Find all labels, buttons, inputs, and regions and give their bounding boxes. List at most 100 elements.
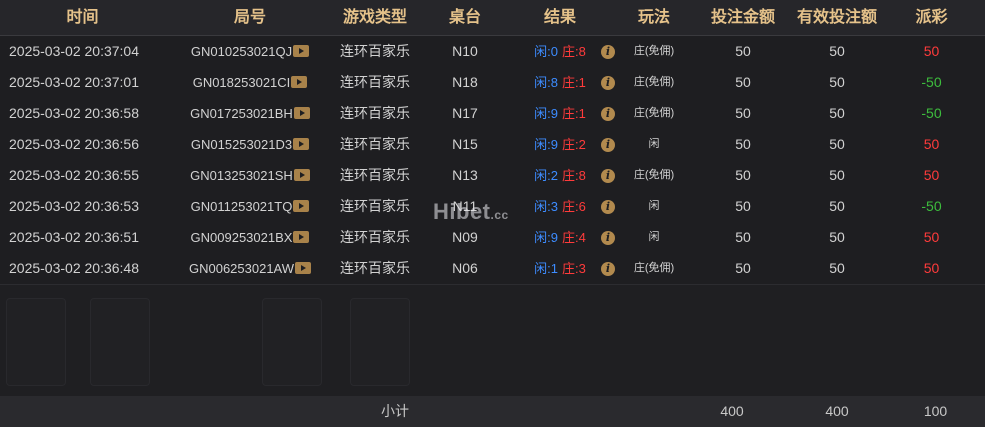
table-id: N09 bbox=[452, 229, 478, 245]
round-id-cell: GN017253021BH bbox=[165, 98, 335, 129]
game-type: 连环百家乐 bbox=[340, 74, 410, 90]
valid-bet: 50 bbox=[829, 43, 845, 59]
banker-score: 4 bbox=[578, 230, 586, 245]
card-decoration bbox=[6, 298, 66, 386]
player-label: 闲 bbox=[534, 75, 548, 90]
info-icon[interactable]: i bbox=[601, 138, 615, 153]
result: 闲:9 庄:2 bbox=[534, 137, 586, 152]
game-type: 连环百家乐 bbox=[340, 229, 410, 245]
table-id: N06 bbox=[452, 260, 478, 276]
bet-time: 2025-03-02 20:36:55 bbox=[9, 167, 139, 183]
banker-score: 2 bbox=[578, 137, 586, 152]
game-type: 连环百家乐 bbox=[340, 43, 410, 59]
banker-score: 8 bbox=[578, 168, 586, 183]
banker-score: 1 bbox=[578, 106, 586, 121]
round-id-cell: GN018253021CI bbox=[165, 67, 335, 98]
table-row: 2025-03-02 20:37:01 GN018253021CI 连环百家乐 N18… bbox=[0, 67, 985, 99]
info-cell: i bbox=[597, 98, 619, 129]
subtotal-row: 小计 400 400 100 bbox=[0, 396, 985, 427]
bet-amount: 50 bbox=[735, 260, 751, 276]
payout: 50 bbox=[923, 260, 940, 276]
info-cell: i bbox=[597, 222, 619, 253]
play-video-icon[interactable] bbox=[293, 138, 310, 150]
table-row: 2025-03-02 20:36:48 GN006253021AW 连环百家乐 N06… bbox=[0, 253, 985, 285]
result: 闲:8 庄:1 bbox=[534, 75, 586, 90]
play-video-icon[interactable] bbox=[293, 200, 310, 212]
result: 闲:2 庄:8 bbox=[534, 168, 586, 183]
banker-label: 庄 bbox=[562, 44, 576, 59]
bet-amount: 50 bbox=[735, 167, 751, 183]
banker-label: 庄 bbox=[562, 106, 576, 121]
play-video-icon[interactable] bbox=[293, 169, 310, 181]
player-score: 0 bbox=[550, 44, 558, 59]
player-label: 闲 bbox=[534, 137, 548, 152]
play-type: 庄(免佣) bbox=[633, 45, 675, 57]
player-label: 闲 bbox=[534, 230, 548, 245]
result: 闲:9 庄:4 bbox=[534, 230, 586, 245]
info-icon[interactable]: i bbox=[601, 200, 615, 215]
player-label: 闲 bbox=[534, 168, 548, 183]
banker-label: 庄 bbox=[562, 168, 576, 183]
player-label: 闲 bbox=[534, 44, 548, 59]
banker-score: 6 bbox=[578, 199, 586, 214]
info-icon[interactable]: i bbox=[601, 262, 615, 277]
bet-time: 2025-03-02 20:37:04 bbox=[9, 43, 139, 59]
valid-bet: 50 bbox=[829, 198, 845, 214]
bet-amount: 50 bbox=[735, 43, 751, 59]
round-id: GN006253021AW bbox=[188, 261, 295, 276]
info-cell: i bbox=[597, 67, 619, 98]
table-id: N10 bbox=[452, 43, 478, 59]
info-icon[interactable]: i bbox=[601, 45, 615, 60]
payout: -50 bbox=[921, 198, 942, 214]
bet-amount: 50 bbox=[735, 198, 751, 214]
round-id-cell: GN015253021D3 bbox=[165, 129, 335, 160]
payout: -50 bbox=[921, 74, 942, 90]
banker-score: 1 bbox=[578, 75, 586, 90]
table-row: 2025-03-02 20:36:55 GN013253021SH 连环百家乐 N13… bbox=[0, 160, 985, 192]
bet-amount: 50 bbox=[735, 229, 751, 245]
payout: 50 bbox=[923, 229, 940, 245]
table-id: N17 bbox=[452, 105, 478, 121]
round-id-cell: GN011253021TQ bbox=[165, 191, 335, 222]
play-video-icon[interactable] bbox=[293, 107, 310, 119]
play-video-icon[interactable] bbox=[293, 231, 310, 243]
round-id-cell: GN010253021QJ bbox=[165, 36, 335, 67]
info-icon[interactable]: i bbox=[601, 231, 615, 246]
bet-time: 2025-03-02 20:37:01 bbox=[9, 74, 139, 90]
info-icon[interactable]: i bbox=[601, 76, 615, 91]
payout: 50 bbox=[923, 167, 940, 183]
player-score: 2 bbox=[550, 168, 558, 183]
valid-bet: 50 bbox=[829, 229, 845, 245]
play-video-icon[interactable] bbox=[295, 262, 312, 274]
round-id: GN015253021D3 bbox=[190, 137, 293, 152]
banker-label: 庄 bbox=[562, 199, 576, 214]
round-id: GN010253021QJ bbox=[190, 44, 293, 59]
play-video-icon[interactable] bbox=[291, 76, 308, 88]
payout: -50 bbox=[921, 105, 942, 121]
play-type: 闲 bbox=[648, 200, 660, 212]
round-id-cell: GN013253021SH bbox=[165, 160, 335, 191]
result: 闲:9 庄:1 bbox=[534, 106, 586, 121]
result: 闲:0 庄:8 bbox=[534, 44, 586, 59]
bet-amount: 50 bbox=[735, 105, 751, 121]
play-type: 庄(免佣) bbox=[633, 76, 675, 88]
result: 闲:3 庄:6 bbox=[534, 199, 586, 214]
info-cell: i bbox=[597, 129, 619, 160]
bet-time: 2025-03-02 20:36:56 bbox=[9, 136, 139, 152]
info-icon[interactable]: i bbox=[601, 169, 615, 184]
bet-time: 2025-03-02 20:36:48 bbox=[9, 260, 139, 276]
player-score: 9 bbox=[550, 137, 558, 152]
subtotal-bet: 400 bbox=[720, 403, 744, 419]
player-score: 9 bbox=[550, 106, 558, 121]
bet-time: 2025-03-02 20:36:58 bbox=[9, 105, 139, 121]
header-table: 桌台 bbox=[448, 9, 481, 26]
valid-bet: 50 bbox=[829, 260, 845, 276]
banker-label: 庄 bbox=[562, 261, 576, 276]
card-decoration bbox=[262, 298, 322, 386]
banker-label: 庄 bbox=[562, 75, 576, 90]
header-payout: 派彩 bbox=[915, 9, 948, 26]
subtotal-payout: 100 bbox=[923, 403, 948, 419]
play-video-icon[interactable] bbox=[293, 45, 310, 57]
info-icon[interactable]: i bbox=[601, 107, 615, 122]
player-label: 闲 bbox=[534, 261, 548, 276]
